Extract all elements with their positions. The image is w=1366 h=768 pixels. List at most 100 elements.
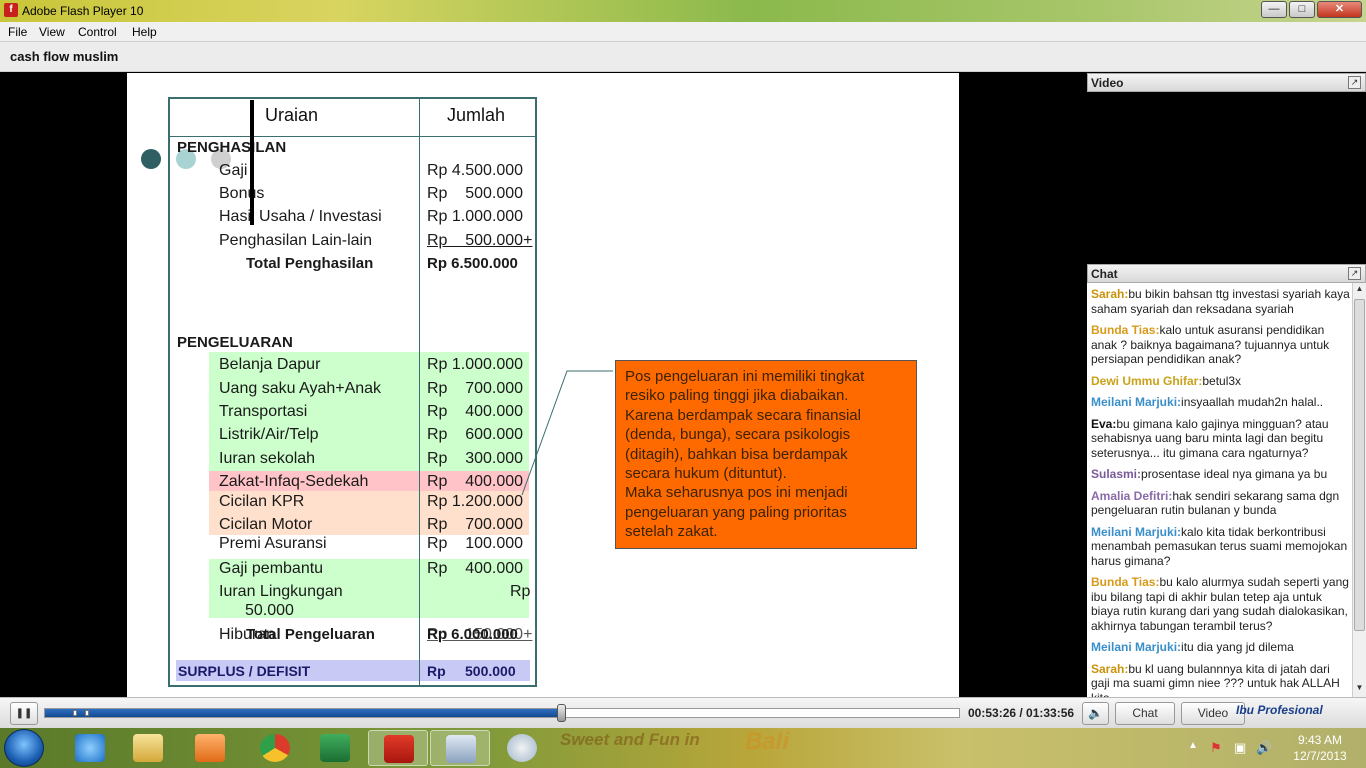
menu-control[interactable]: Control xyxy=(78,25,117,39)
income-amount: Rp 500.000+ xyxy=(427,232,533,249)
expense-amount: Rp 100.000 xyxy=(427,535,524,552)
callout-line: secara hukum (dituntut). xyxy=(625,465,787,483)
close-button[interactable]: ✕ xyxy=(1317,1,1362,18)
taskbar-media[interactable] xyxy=(180,730,240,766)
tray-speaker-icon[interactable]: 🔊 xyxy=(1256,740,1272,756)
chat-toggle-button[interactable]: Chat xyxy=(1115,702,1175,725)
window-titlebar: f Adobe Flash Player 10 — □ ✕ xyxy=(0,0,1366,22)
expense-label: Iuran Lingkungan xyxy=(219,583,343,600)
chat-author: Sarah: xyxy=(1091,661,1129,676)
tray-network-icon[interactable]: ▣ xyxy=(1234,740,1246,756)
tray-flag-icon[interactable]: ⚑ xyxy=(1210,740,1222,756)
taskbar-paint[interactable] xyxy=(492,730,552,766)
chat-scrollbar[interactable]: ▲ ▼ xyxy=(1352,283,1366,697)
surplus-label: SURPLUS / DEFISIT xyxy=(178,663,311,679)
taskbar-ie[interactable] xyxy=(60,730,120,766)
income-total-label: Total Penghasilan xyxy=(246,255,374,272)
scroll-up-icon[interactable]: ▲ xyxy=(1354,284,1365,297)
start-button[interactable] xyxy=(4,729,44,767)
expense-total-amount: Rp 6.000.000 xyxy=(427,626,518,643)
taskbar: Sweet and Fun in Bali ▲ ⚑ ▣ 🔊 9:43 AM 12… xyxy=(0,728,1366,768)
column-jumlah: Jumlah xyxy=(447,105,506,125)
taskbar-explorer[interactable] xyxy=(118,730,178,766)
video-panel-header: Video ↗ xyxy=(1087,73,1366,92)
text-cursor xyxy=(250,100,254,225)
window-title: Adobe Flash Player 10 xyxy=(22,4,144,18)
chapter-marker[interactable] xyxy=(85,710,89,716)
presentation-header: cash flow muslim xyxy=(0,41,1366,72)
expense-label: Transportasi xyxy=(219,403,308,420)
scroll-thumb[interactable] xyxy=(1354,299,1365,631)
video-button-label: Video xyxy=(1197,706,1229,720)
expense-amount: Rp 700.000 xyxy=(427,516,524,533)
clock[interactable]: 9:43 AM 12/7/2013 xyxy=(1280,732,1360,764)
wallpaper-place: Bali xyxy=(745,728,790,755)
expense-label: Gaji pembantu xyxy=(219,560,324,577)
chat-author: Meilani Marjuki: xyxy=(1091,524,1182,539)
tray-show-hidden-icon[interactable]: ▲ xyxy=(1188,740,1198,751)
chat-author: Dewi Ummu Ghifar: xyxy=(1091,373,1203,388)
expense-label: Listrik/Air/Telp xyxy=(219,426,319,443)
chat-message: Bunda Tias:bu kalo alurmya sudah seperti… xyxy=(1091,575,1351,633)
income-label: Bonus xyxy=(219,185,265,202)
flash-icon xyxy=(384,735,414,763)
column-uraian: Uraian xyxy=(265,105,319,125)
chat-list: Sarah:bu bikin bahsan ttg investasi syar… xyxy=(1091,287,1351,697)
chat-author: Sarah: xyxy=(1091,287,1129,301)
menu-file[interactable]: File xyxy=(8,25,27,39)
surplus-amount: 500.000 xyxy=(465,663,516,679)
callout-line: pengeluaran yang paling prioritas xyxy=(625,503,847,521)
volume-button[interactable]: 🔈 xyxy=(1082,702,1109,725)
expand-icon[interactable]: ↗ xyxy=(1348,267,1361,280)
window-icon xyxy=(446,735,476,763)
expense-amount: Rp 400.000 xyxy=(427,560,524,577)
chat-author: Amalia Defitri: xyxy=(1091,488,1173,503)
volume-icon: 🔈 xyxy=(1088,706,1103,720)
chat-message: Sarah:bu kl uang bulannnya kita di jatah… xyxy=(1091,662,1351,698)
chat-message: Sarah:bu bikin bahsan ttg investasi syar… xyxy=(1091,287,1351,316)
expense-label: Premi Asuransi xyxy=(219,535,327,552)
minimize-button[interactable]: — xyxy=(1261,1,1287,18)
folder-icon xyxy=(133,734,163,762)
income-amount: Rp 500.000 xyxy=(427,185,524,202)
chat-text: bu bikin bahsan ttg investasi syariah ka… xyxy=(1091,287,1350,316)
flash-player-icon: f xyxy=(4,3,18,17)
chat-author: Eva: xyxy=(1091,416,1117,431)
callout-connector xyxy=(521,370,613,496)
income-amount: Rp 4.500.000 xyxy=(427,162,524,179)
pause-button[interactable]: ❚❚ xyxy=(10,702,38,725)
maximize-button[interactable]: □ xyxy=(1289,1,1315,18)
menu-bar: File View Control Help xyxy=(0,22,1366,41)
chat-message: Sulasmi:prosentase ideal nya gimana ya b… xyxy=(1091,467,1351,482)
slide-dot-1[interactable] xyxy=(141,149,161,169)
chat-message: Meilani Marjuki:kalo kita tidak berkontr… xyxy=(1091,525,1351,569)
chat-text: bu gimana kalo gajinya mingguan? atau se… xyxy=(1091,416,1329,460)
income-heading: PENGHASILAN xyxy=(177,139,287,156)
taskbar-flash[interactable] xyxy=(368,730,428,766)
seek-handle[interactable] xyxy=(557,704,567,722)
expense-heading: PENGELUARAN xyxy=(177,334,293,351)
scroll-down-icon[interactable]: ▼ xyxy=(1354,683,1365,696)
expense-label: 50.000 xyxy=(245,602,294,619)
callout-line: (denda, bunga), secara psikologis xyxy=(625,426,851,444)
chat-messages[interactable]: Sarah:bu bikin bahsan ttg investasi syar… xyxy=(1087,283,1366,697)
chapter-marker[interactable] xyxy=(73,710,77,716)
menu-view[interactable]: View xyxy=(39,25,65,39)
menu-help[interactable]: Help xyxy=(132,25,157,39)
taskbar-excel[interactable] xyxy=(305,730,365,766)
chat-message: Dewi Ummu Ghifar:betul3x xyxy=(1091,374,1351,389)
income-label: Penghasilan Lain-lain xyxy=(219,232,372,249)
taskbar-chrome[interactable] xyxy=(245,730,305,766)
seek-bar[interactable] xyxy=(44,704,960,722)
chat-message: Meilani Marjuki:itu dia yang jd dilema xyxy=(1091,640,1351,655)
expense-label: Cicilan KPR xyxy=(219,493,305,510)
expand-icon[interactable]: ↗ xyxy=(1348,76,1361,89)
clock-date: 12/7/2013 xyxy=(1293,749,1347,763)
taskbar-presentation[interactable] xyxy=(430,730,490,766)
paint-icon xyxy=(507,734,537,762)
income-label: Hasil Usaha / Investasi xyxy=(219,208,382,225)
excel-icon xyxy=(320,734,350,762)
video-area[interactable] xyxy=(1087,92,1366,263)
chat-author: Meilani Marjuki: xyxy=(1091,395,1182,409)
expense-label: Iuran sekolah xyxy=(219,450,316,467)
